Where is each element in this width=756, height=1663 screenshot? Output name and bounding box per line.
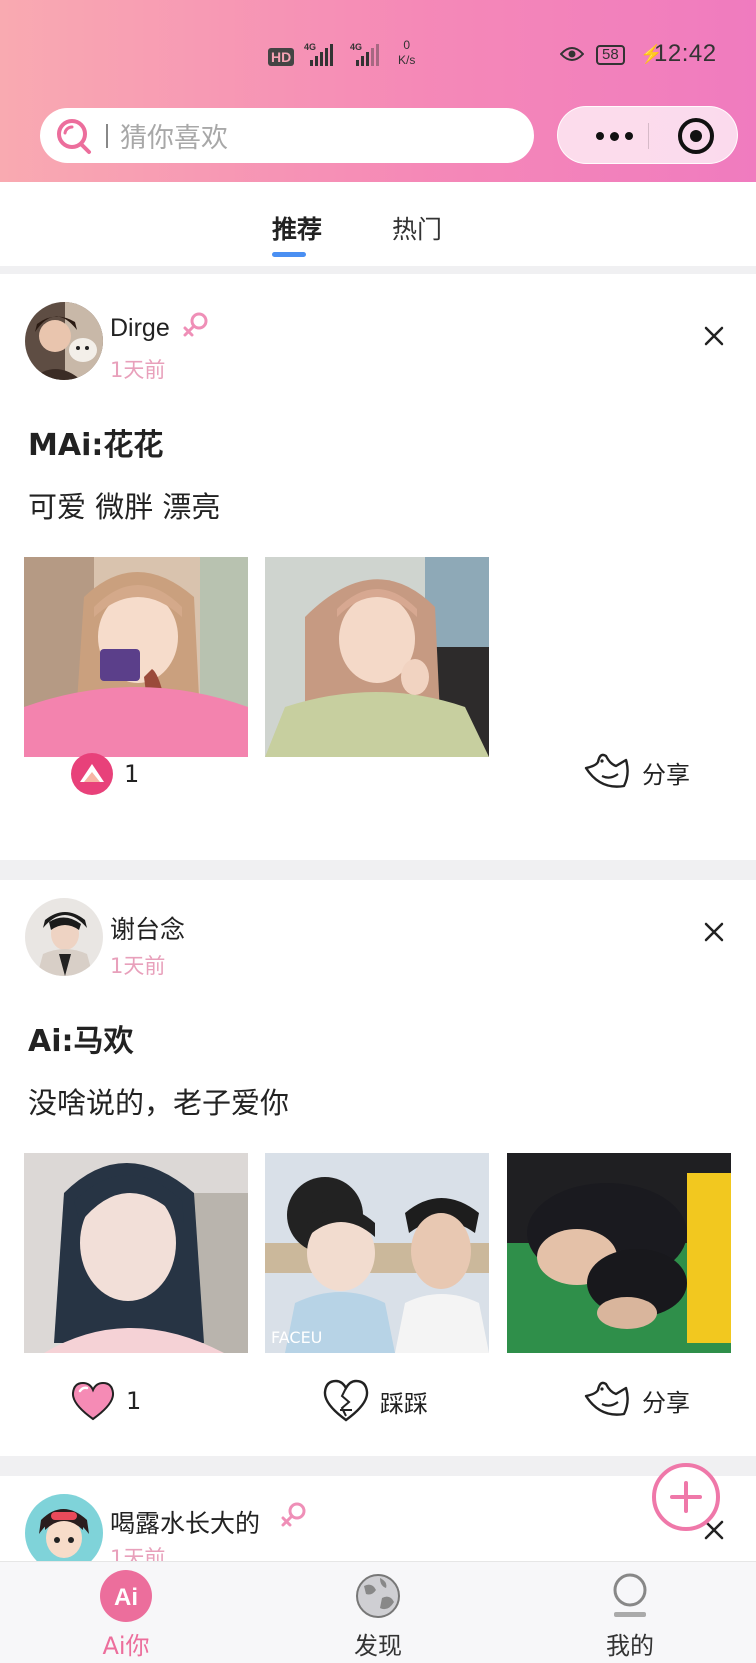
post-photo[interactable] xyxy=(265,557,489,757)
search-placeholder: 猜你喜欢 xyxy=(120,123,228,154)
dislike-button[interactable]: 踩踩 xyxy=(322,1378,428,1424)
search-input[interactable]: 猜你喜欢 xyxy=(40,108,534,163)
svg-text:FACEU: FACEU xyxy=(271,1328,322,1347)
network-speed: 0 K/s xyxy=(398,38,416,67)
svg-text:Ai: Ai xyxy=(114,1584,138,1611)
miniprogram-capsule xyxy=(557,106,738,164)
more-icon[interactable] xyxy=(582,107,646,165)
like-button[interactable]: 1 xyxy=(70,1380,141,1422)
like-icon xyxy=(71,753,113,795)
globe-icon xyxy=(356,1574,400,1618)
post-title: Ai:马欢 xyxy=(28,1024,134,1059)
tab-bar: 推荐 热门 xyxy=(0,182,756,266)
clock: 12:42 xyxy=(654,40,717,67)
like-count: 1 xyxy=(126,1387,142,1415)
close-miniprogram-icon[interactable] xyxy=(678,118,714,154)
post-time: 1天前 xyxy=(110,358,166,382)
tab-indicator xyxy=(272,252,306,257)
share-button[interactable]: 分享 xyxy=(580,1378,690,1422)
share-icon xyxy=(584,1381,629,1416)
female-icon xyxy=(281,1502,306,1527)
eye-icon xyxy=(560,47,584,61)
broken-heart-icon xyxy=(323,1379,369,1422)
add-post-button[interactable] xyxy=(652,1463,720,1531)
post-description: 没啥说的，老子爱你 xyxy=(28,1086,290,1120)
status-bar: HD 4G 4G 0 K/s 58 ⚡ 12:42 xyxy=(0,38,756,78)
username[interactable]: Dirge xyxy=(110,314,170,343)
search-icon xyxy=(57,118,91,154)
share-label: 分享 xyxy=(642,760,690,789)
nav-item-discover[interactable]: 发现 xyxy=(298,1562,458,1663)
post-photo[interactable] xyxy=(24,1153,248,1353)
nav-label-me: 我的 xyxy=(606,1632,654,1660)
heart-icon xyxy=(71,1381,115,1421)
share-label: 分享 xyxy=(642,1388,690,1417)
username[interactable]: 喝露水长大的 xyxy=(110,1504,260,1540)
signal-icon: 4G xyxy=(350,42,379,66)
like-count: 1 xyxy=(124,760,140,788)
tab-hot[interactable]: 热门 xyxy=(392,210,442,246)
ai-icon: Ai xyxy=(100,1570,152,1622)
bottom-nav: Ai Ai你 发现 我的 xyxy=(0,1561,756,1663)
tab-recommend[interactable]: 推荐 xyxy=(272,210,322,246)
post-title: MAi:花花 xyxy=(28,428,164,463)
close-icon[interactable] xyxy=(700,918,728,946)
battery-icon: 58 xyxy=(596,45,625,65)
nav-item-me[interactable]: 我的 xyxy=(550,1562,710,1663)
post-card: 喝露水长大的 1天前 xyxy=(0,1476,756,1572)
post-card: 谢台念 1天前 Ai:马欢 没啥说的，老子爱你 FACEU 1 踩踩 分享 xyxy=(0,880,756,1456)
capsule-divider xyxy=(648,123,649,149)
username[interactable]: 谢台念 xyxy=(110,910,185,946)
female-icon xyxy=(183,312,208,337)
post-description: 可爱 微胖 漂亮 xyxy=(28,490,221,524)
post-time: 1天前 xyxy=(110,954,166,978)
close-icon[interactable] xyxy=(700,322,728,350)
like-button[interactable]: 1 xyxy=(70,752,139,796)
signal-icon: 4G xyxy=(304,42,333,66)
post-card: Dirge 1天前 MAi:花花 可爱 微胖 漂亮 1 分享 xyxy=(0,274,756,860)
avatar[interactable] xyxy=(25,898,103,976)
post-photo[interactable] xyxy=(507,1153,731,1353)
text-cursor xyxy=(106,123,108,148)
header-bar: HD 4G 4G 0 K/s 58 ⚡ 12:42 猜你喜欢 xyxy=(0,0,756,182)
post-photo[interactable]: FACEU xyxy=(265,1153,489,1353)
post-photo[interactable] xyxy=(24,557,248,757)
dislike-label: 踩踩 xyxy=(380,1389,428,1418)
avatar[interactable] xyxy=(25,302,103,380)
nav-label-ai: Ai你 xyxy=(102,1632,150,1660)
profile-icon xyxy=(613,1573,647,1617)
share-button[interactable]: 分享 xyxy=(580,750,690,794)
nav-label-discover: 发现 xyxy=(354,1632,402,1660)
nav-item-ai[interactable]: Ai Ai你 xyxy=(46,1562,206,1663)
hd-indicator: HD xyxy=(268,48,295,66)
share-icon xyxy=(584,753,629,788)
